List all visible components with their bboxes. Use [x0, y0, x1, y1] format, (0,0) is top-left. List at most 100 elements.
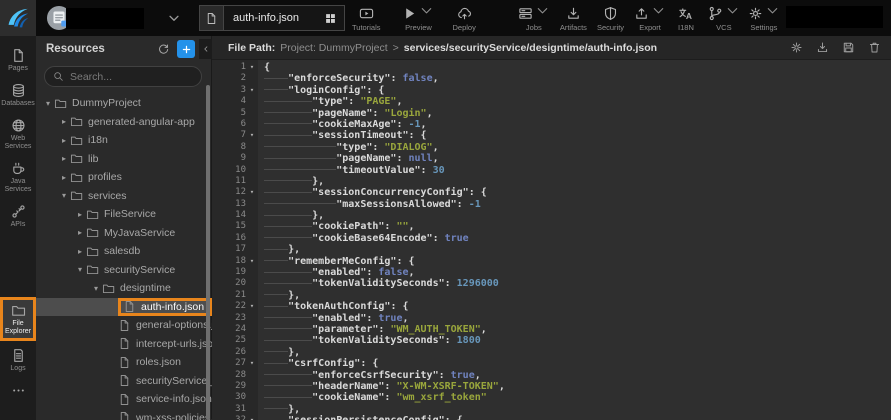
caret-open-icon[interactable]: ▾ — [58, 191, 70, 200]
deploy-cloud-icon — [457, 6, 472, 21]
gutter-line-13: 13 — [212, 199, 258, 210]
toolbar-i18n-button[interactable]: AI18N — [678, 0, 694, 36]
tree-item-securityService[interactable]: ▾securityService — [36, 261, 212, 280]
gutter-line-27: 27▾ — [212, 358, 258, 369]
tree-item-general-options.json[interactable]: general-options.json — [36, 316, 212, 335]
code-line-27: "csrfConfig": { — [264, 358, 891, 369]
gutter-line-31: 31 — [212, 404, 258, 415]
tree-item-FileService[interactable]: ▸FileService — [36, 205, 212, 224]
tree-item-lib[interactable]: ▸lib — [36, 150, 212, 169]
sidebar-item-more[interactable] — [0, 379, 36, 401]
search-input[interactable] — [70, 71, 190, 83]
tree-item-wm-xss-policies.json[interactable]: wm-xss-policies.json — [36, 409, 212, 420]
toolbar-settings-button[interactable]: Settings — [748, 0, 780, 36]
tree-item-generated-angular-app[interactable]: ▸generated-angular-app — [36, 113, 212, 132]
resources-search[interactable] — [44, 66, 202, 87]
fold-caret-icon[interactable]: ▾ — [246, 130, 258, 141]
download-icon[interactable] — [816, 41, 829, 54]
toolbar-preview-button[interactable]: Preview — [402, 0, 434, 36]
toolbar-tutorials-button[interactable]: Tutorials — [352, 0, 380, 36]
app-logo[interactable] — [0, 0, 36, 36]
sidebar-item-file-explorer[interactable]: File Explorer — [0, 297, 36, 341]
add-resource-button[interactable] — [177, 40, 195, 58]
redacted-user-area — [786, 6, 883, 28]
tree-item-profiles[interactable]: ▸profiles — [36, 168, 212, 187]
sidebar-item-pages[interactable]: Pages — [0, 44, 36, 76]
save-icon[interactable] — [842, 41, 855, 54]
folder-icon — [54, 97, 67, 110]
refresh-button[interactable] — [157, 43, 170, 56]
caret-closed-icon[interactable]: ▸ — [74, 210, 86, 219]
chevron-down-icon — [765, 3, 780, 23]
folder-icon — [86, 226, 99, 239]
code-line-11: }, — [264, 176, 891, 187]
caret-open-icon[interactable]: ▾ — [42, 99, 54, 108]
code-line-21: }, — [264, 290, 891, 301]
code-line-18: "rememberMeConfig": { — [264, 256, 891, 267]
tree-item-MyJavaService[interactable]: ▸MyJavaService — [36, 224, 212, 243]
tree-item-DummyProject[interactable]: ▾DummyProject — [36, 94, 212, 113]
jobs-icon — [518, 6, 533, 21]
open-file-tab[interactable]: auth-info.json — [199, 5, 345, 31]
sidebar-item-apis[interactable]: APIs — [0, 200, 36, 232]
code-content: {"enforceSecurity": false,"loginConfig":… — [258, 60, 891, 420]
caret-closed-icon[interactable]: ▸ — [74, 247, 86, 256]
fold-caret-icon[interactable]: ▾ — [246, 256, 258, 267]
caret-open-icon[interactable]: ▾ — [90, 284, 102, 293]
code-line-23: "enabled": true, — [264, 313, 891, 324]
sidebar-item-java-services[interactable]: Java Services — [0, 157, 36, 197]
tree-item-service-info.json[interactable]: service-info.json — [36, 390, 212, 409]
caret-closed-icon[interactable]: ▸ — [58, 154, 70, 163]
file-path-bar: File Path: Project: DummyProject > servi… — [212, 36, 891, 60]
code-line-2: "enforceSecurity": false, — [264, 73, 891, 84]
chevron-down-icon — [419, 3, 434, 23]
tree-item-roles.json[interactable]: roles.json — [36, 353, 212, 372]
toolbar-security-button[interactable]: Security — [597, 0, 624, 36]
tree-item-i18n[interactable]: ▸i18n — [36, 131, 212, 150]
fold-caret-icon[interactable]: ▾ — [246, 187, 258, 198]
code-line-29: "headerName": "X-WM-XSRF-TOKEN", — [264, 381, 891, 392]
toolbar-export-button[interactable]: Export — [634, 0, 666, 36]
fold-caret-icon[interactable]: ▾ — [246, 358, 258, 369]
tree-item-salesdb[interactable]: ▸salesdb — [36, 242, 212, 261]
gutter-line-16: 16 — [212, 233, 258, 244]
gear-icon[interactable] — [790, 41, 803, 54]
svg-text:A: A — [686, 10, 692, 20]
chevron-down-icon — [535, 3, 550, 23]
file-icon — [118, 319, 131, 332]
tree-item-designtime[interactable]: ▾designtime — [36, 279, 212, 298]
gutter-line-5: 5 — [212, 108, 258, 119]
folder-icon — [86, 263, 99, 276]
caret-closed-icon[interactable]: ▸ — [58, 136, 70, 145]
sidebar-item-databases[interactable]: Databases — [0, 79, 36, 111]
caret-closed-icon[interactable]: ▸ — [74, 228, 86, 237]
toolbar-jobs-button[interactable]: Jobs — [518, 0, 550, 36]
toolbar-deploy-button[interactable]: Deploy — [452, 0, 475, 36]
code-line-15: "cookiePath": "", — [264, 221, 891, 232]
caret-closed-icon[interactable]: ▸ — [58, 117, 70, 126]
file-icon — [123, 300, 136, 313]
code-editor[interactable]: 1▾23▾4567▾89101112▾131415161718▾19202122… — [212, 60, 891, 420]
sidebar-item-web-services[interactable]: Web Services — [0, 114, 36, 154]
fold-caret-icon[interactable]: ▾ — [246, 85, 258, 96]
fold-caret-icon[interactable]: ▾ — [246, 415, 258, 420]
tree-item-auth-info.json[interactable]: auth-info.json — [36, 298, 212, 317]
tab-grid-icon[interactable] — [324, 12, 344, 25]
toolbar-artifacts-button[interactable]: Artifacts — [560, 0, 587, 36]
caret-open-icon[interactable]: ▾ — [74, 265, 86, 274]
gutter-line-2: 2 — [212, 73, 258, 84]
delete-icon[interactable] — [868, 41, 881, 54]
code-line-7: "sessionTimeout": { — [264, 130, 891, 141]
fold-caret-icon[interactable]: ▾ — [246, 301, 258, 312]
fold-caret-icon[interactable]: ▾ — [246, 62, 258, 73]
caret-closed-icon[interactable]: ▸ — [58, 173, 70, 182]
tree-item-securityService_API.json[interactable]: securityService_API.json — [36, 372, 212, 391]
toolbar-vcs-button[interactable]: VCS — [708, 0, 740, 36]
artifacts-download-icon — [566, 6, 581, 21]
project-chevron-down-icon[interactable] — [165, 9, 183, 27]
tree-item-intercept-urls.json[interactable]: intercept-urls.json — [36, 335, 212, 354]
collapse-panel-button[interactable] — [199, 39, 212, 59]
tree-scrollbar[interactable] — [206, 85, 210, 420]
tree-item-services[interactable]: ▾services — [36, 187, 212, 206]
sidebar-item-logs[interactable]: Logs — [0, 344, 36, 376]
